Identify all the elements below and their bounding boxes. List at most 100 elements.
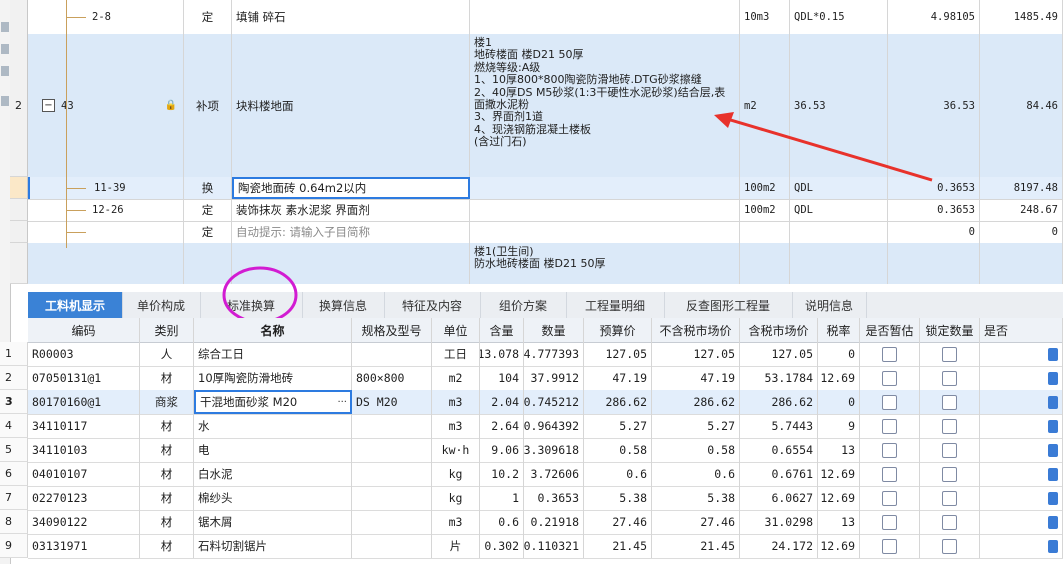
material-quantity[interactable]: 37.9912 [524, 366, 584, 390]
tab-description-info[interactable]: 说明信息 [792, 292, 867, 318]
material-quantity[interactable]: 4.777393 [524, 342, 584, 366]
material-name[interactable]: 10厚陶瓷防滑地砖 [194, 366, 352, 390]
table-row[interactable]: 楼1(卫生间) 防水地砖楼面 楼D21 50厚 [28, 243, 1063, 284]
market-price-incl-tax[interactable]: 5.7443 [740, 414, 818, 438]
table-row[interactable]: 定 自动提示: 请输入子目简称 0 0 [28, 221, 1063, 244]
item-name-hint[interactable]: 自动提示: 请输入子目简称 [232, 221, 470, 243]
row-header[interactable] [10, 221, 28, 243]
table-row[interactable]: 04010107 材白水泥 kg 10.2 3.72606 0.6 0.6 0.6761 12.… [28, 462, 1063, 487]
checked-checkbox[interactable] [1048, 491, 1058, 505]
material-content[interactable]: 2.04 [480, 390, 524, 414]
col-header-quantity[interactable]: 数量 [524, 318, 584, 342]
provisional-checkbox[interactable] [882, 466, 897, 482]
col-header-tax-rate[interactable]: 税率 [818, 318, 860, 342]
row-index[interactable]: 6 [0, 462, 28, 486]
col-header-market-price-incl-tax[interactable]: 含税市场价 [740, 318, 818, 342]
col-header-name[interactable]: 名称 [194, 318, 352, 342]
market-price-excl-tax[interactable]: 0.58 [652, 438, 740, 462]
checked-checkbox[interactable] [1048, 539, 1058, 553]
table-row[interactable]: 34110103 材电 kw·h 9.06 3.309618 0.58 0.58 0.6554… [28, 438, 1063, 463]
table-row[interactable]: 02270123 材棉纱头 kg 1 0.3653 5.38 5.38 6.0627 12.69 [28, 486, 1063, 511]
material-content[interactable]: 0.302 [480, 534, 524, 558]
market-price-excl-tax[interactable]: 0.6 [652, 462, 740, 486]
material-quantity[interactable]: 0.110321 [524, 534, 584, 558]
item-expr[interactable]: QDL [790, 199, 888, 221]
checked-checkbox[interactable] [1048, 467, 1058, 481]
table-row[interactable]: 07050131@1 材 10厚陶瓷防滑地砖 800×800 m2 104 37.9912 4… [28, 366, 1063, 391]
row-header[interactable]: 2 [10, 34, 28, 177]
checked-checkbox[interactable] [1048, 395, 1058, 409]
item-expr[interactable] [790, 221, 888, 243]
tab-pricing-plan[interactable]: 组价方案 [480, 292, 567, 318]
market-price-excl-tax[interactable]: 21.45 [652, 534, 740, 558]
checked-checkbox[interactable] [1048, 419, 1058, 433]
row-index[interactable]: 8 [0, 510, 28, 534]
material-quantity[interactable]: 0.3653 [524, 486, 584, 510]
provisional-checkbox[interactable] [882, 394, 897, 410]
item-name[interactable]: 块料楼地面 [232, 34, 470, 177]
col-header-code[interactable]: 编码 [28, 318, 140, 342]
material-quantity[interactable]: 3.309618 [524, 438, 584, 462]
item-name[interactable]: 填铺 碎石 [232, 0, 470, 34]
col-header-truncated[interactable]: 是否 [980, 318, 1063, 342]
collapse-toggle-icon[interactable]: − [42, 99, 55, 112]
market-price-excl-tax[interactable]: 127.05 [652, 342, 740, 366]
material-quantity[interactable]: 3.72606 [524, 462, 584, 486]
lock-quantity-checkbox[interactable] [942, 442, 957, 458]
material-name[interactable]: 水 [194, 414, 352, 438]
col-header-market-price-excl-tax[interactable]: 不含税市场价 [652, 318, 740, 342]
lock-quantity-checkbox[interactable] [942, 466, 957, 482]
provisional-checkbox[interactable] [882, 538, 897, 554]
market-price-excl-tax[interactable]: 5.38 [652, 486, 740, 510]
provisional-checkbox[interactable] [882, 514, 897, 530]
row-index[interactable]: 7 [0, 486, 28, 510]
material-content[interactable]: 2.64 [480, 414, 524, 438]
table-row[interactable]: 12-26 定 装饰抹灰 素水泥浆 界面剂 100m2 QDL 0.3653 2… [28, 199, 1063, 222]
material-name[interactable]: 石料切割锯片 [194, 534, 352, 558]
market-price-excl-tax[interactable]: 47.19 [652, 366, 740, 390]
market-price-incl-tax[interactable]: 0.6761 [740, 462, 818, 486]
lock-quantity-checkbox[interactable] [942, 490, 957, 506]
tab-features-content[interactable]: 特征及内容 [384, 292, 481, 318]
material-name[interactable]: 电 [194, 438, 352, 462]
lock-quantity-checkbox[interactable] [942, 418, 957, 434]
item-expr[interactable] [790, 243, 888, 284]
tab-reverse-graphic-quantity[interactable]: 反查图形工程量 [664, 292, 793, 318]
ellipsis-button[interactable]: ··· [337, 397, 347, 408]
row-index[interactable]: 4 [0, 414, 28, 438]
checked-checkbox[interactable] [1048, 443, 1058, 457]
material-content[interactable]: 13.078 [480, 342, 524, 366]
row-index[interactable]: 1 [0, 342, 28, 366]
material-content[interactable]: 9.06 [480, 438, 524, 462]
material-quantity[interactable]: 0.745212 [524, 390, 584, 414]
provisional-checkbox[interactable] [882, 346, 897, 362]
lock-quantity-checkbox[interactable] [942, 346, 957, 362]
col-header-budget-price[interactable]: 预算价 [584, 318, 652, 342]
row-index[interactable]: 2 [0, 366, 28, 390]
market-price-incl-tax[interactable]: 286.62 [740, 390, 818, 414]
item-name[interactable]: 陶瓷地面砖 0.64m2以内 [232, 177, 470, 199]
market-price-excl-tax[interactable]: 286.62 [652, 390, 740, 414]
lock-quantity-checkbox[interactable] [942, 370, 957, 386]
item-description[interactable]: 楼1(卫生间) 防水地砖楼面 楼D21 50厚 [470, 243, 740, 284]
material-name[interactable]: 干混地面砂浆 M20 ··· [194, 390, 352, 414]
market-price-incl-tax[interactable]: 6.0627 [740, 486, 818, 510]
lock-quantity-checkbox[interactable] [942, 394, 957, 410]
row-index[interactable]: 3 [0, 390, 28, 414]
material-content[interactable]: 0.6 [480, 510, 524, 534]
provisional-checkbox[interactable] [882, 418, 897, 434]
table-row[interactable]: 34090122 材锯木屑 m3 0.6 0.21918 27.46 27.46 31.029… [28, 510, 1063, 535]
col-header-category[interactable]: 类别 [140, 318, 194, 342]
market-price-incl-tax[interactable]: 53.1784 [740, 366, 818, 390]
checked-checkbox[interactable] [1048, 371, 1058, 385]
material-name[interactable]: 综合工日 [194, 342, 352, 366]
row-header[interactable] [10, 0, 28, 35]
material-name[interactable]: 锯木屑 [194, 510, 352, 534]
material-name[interactable]: 白水泥 [194, 462, 352, 486]
market-price-incl-tax[interactable]: 127.05 [740, 342, 818, 366]
material-content[interactable]: 1 [480, 486, 524, 510]
tab-conversion-info[interactable]: 换算信息 [302, 292, 385, 318]
row-index[interactable]: 5 [0, 438, 28, 462]
tab-quantity-detail[interactable]: 工程量明细 [566, 292, 665, 318]
checked-checkbox[interactable] [1048, 515, 1058, 529]
